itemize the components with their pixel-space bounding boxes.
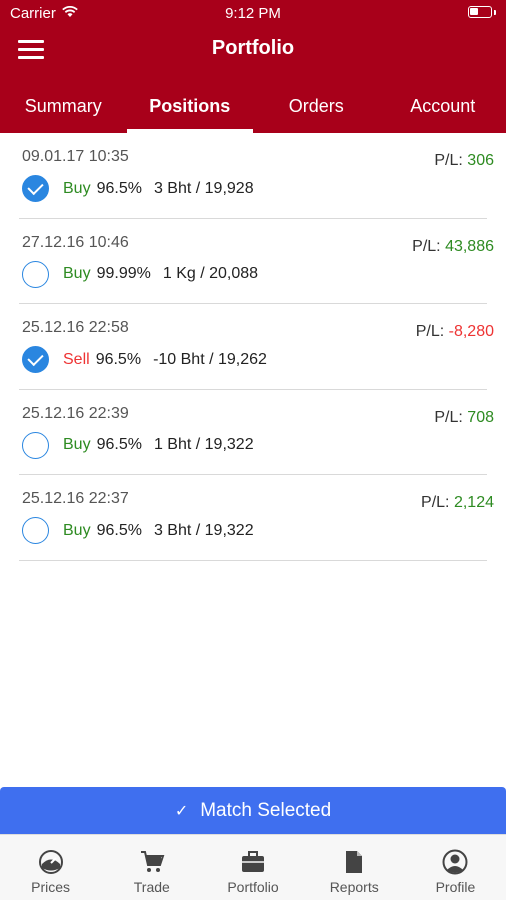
tab-summary[interactable]: Summary <box>0 84 127 133</box>
unchecked-circle-icon[interactable] <box>22 431 49 459</box>
pl-label: P/L: <box>421 494 450 511</box>
checked-circle-icon[interactable] <box>22 346 49 373</box>
tabbar-item-trade[interactable]: Trade <box>101 835 202 900</box>
position-purity: 96.5% <box>96 179 142 197</box>
top-tabs: Summary Positions Orders Account <box>0 84 506 133</box>
position-purity: 96.5% <box>96 436 142 453</box>
title-bar: Portfolio <box>0 28 506 72</box>
tab-orders[interactable]: Orders <box>253 84 380 133</box>
tabbar-label: Reports <box>329 879 379 895</box>
match-selected-label: Match Selected <box>200 799 332 821</box>
pl-value: 2,124 <box>453 494 494 511</box>
match-selected-button[interactable]: ✓ Match Selected <box>0 787 506 834</box>
status-time: 9:12 PM <box>225 5 281 22</box>
position-pl: P/L: 43,886 <box>412 238 494 256</box>
position-detail-line: Buy 96.5% 3 Bht / 19,928 <box>22 175 254 202</box>
tabbar-label: Profile <box>435 879 476 895</box>
position-detail-line: Sell 96.5% -10 Bht / 19,262 <box>22 346 267 373</box>
status-bar: Carrier 9:12 PM <box>0 0 506 28</box>
pl-label: P/L: <box>415 323 445 340</box>
briefcase-icon <box>202 845 303 879</box>
app-header: Carrier 9:12 PM Portfolio Summary Positi… <box>0 0 506 133</box>
tab-account[interactable]: Account <box>380 84 506 133</box>
positions-list: 09.01.17 10:35 P/L: 306 Buy 96.5% 3 Bht … <box>0 133 506 561</box>
position-pl: P/L: 306 <box>434 152 494 170</box>
position-date: 25.12.16 22:39 <box>22 404 129 422</box>
document-icon <box>304 845 405 879</box>
position-row[interactable]: 25.12.16 22:58 P/L: -8,280 Sell 96.5% -1… <box>19 304 494 390</box>
tabbar-label: Prices <box>31 879 71 895</box>
position-date: 25.12.16 22:58 <box>22 319 129 336</box>
position-detail-line: Buy 96.5% 1 Bht / 19,322 <box>22 431 254 459</box>
bottom-tab-bar: Prices Trade Portfolio Reports Profile <box>0 834 506 900</box>
person-icon <box>405 845 506 879</box>
checked-circle-icon[interactable] <box>22 175 49 202</box>
pl-value: -8,280 <box>448 323 494 340</box>
position-detail: 3 Bht / 19,322 <box>153 521 254 539</box>
position-detail: -10 Bht / 19,262 <box>153 350 267 368</box>
cart-icon <box>101 845 202 879</box>
pl-value: 306 <box>467 152 494 169</box>
position-side: Buy <box>63 179 91 197</box>
position-detail-line: Buy 96.5% 3 Bht / 19,322 <box>22 517 254 544</box>
position-pl: P/L: 708 <box>434 409 494 427</box>
position-detail: 3 Bht / 19,928 <box>153 179 254 197</box>
position-row[interactable]: 27.12.16 10:46 P/L: 43,886 Buy 99.99% 1 … <box>19 219 494 304</box>
unchecked-circle-icon[interactable] <box>22 260 49 288</box>
position-purity: 99.99% <box>96 265 151 282</box>
status-right <box>468 6 496 18</box>
pl-label: P/L: <box>434 408 463 426</box>
pl-value: 43,886 <box>445 237 494 255</box>
position-side: Sell <box>63 350 90 368</box>
checkmark-icon: ✓ <box>174 802 189 820</box>
prices-gauge-icon <box>0 845 101 879</box>
position-detail-line: Buy 99.99% 1 Kg / 20,088 <box>22 260 259 288</box>
position-row[interactable]: 25.12.16 22:39 P/L: 708 Buy 96.5% 1 Bht … <box>19 390 494 475</box>
position-pl: P/L: 2,124 <box>421 494 494 512</box>
position-detail: 1 Bht / 19,322 <box>153 436 254 453</box>
position-date: 25.12.16 22:37 <box>22 490 129 507</box>
unchecked-circle-icon[interactable] <box>22 517 49 544</box>
position-side: Buy <box>63 265 91 282</box>
tabbar-label: Portfolio <box>227 879 279 895</box>
position-pl: P/L: -8,280 <box>416 323 494 341</box>
tabbar-label: Trade <box>133 879 170 895</box>
position-purity: 96.5% <box>95 350 142 368</box>
position-purity: 96.5% <box>96 521 142 539</box>
tabbar-item-reports[interactable]: Reports <box>304 835 405 900</box>
page-title: Portfolio <box>211 37 295 59</box>
pl-value: 708 <box>467 408 494 426</box>
position-date: 27.12.16 10:46 <box>22 233 129 251</box>
pl-label: P/L: <box>412 237 441 255</box>
position-row[interactable]: 25.12.16 22:37 P/L: 2,124 Buy 96.5% 3 Bh… <box>19 475 494 561</box>
position-side: Buy <box>63 521 91 539</box>
position-side: Buy <box>63 436 91 453</box>
tabbar-item-prices[interactable]: Prices <box>0 835 101 900</box>
position-date: 09.01.17 10:35 <box>22 148 129 165</box>
tabbar-item-profile[interactable]: Profile <box>405 835 506 900</box>
tab-positions[interactable]: Positions <box>126 84 254 133</box>
position-row[interactable]: 09.01.17 10:35 P/L: 306 Buy 96.5% 3 Bht … <box>19 133 494 219</box>
tabbar-item-portfolio[interactable]: Portfolio <box>202 835 303 900</box>
position-detail: 1 Kg / 20,088 <box>162 265 259 282</box>
pl-label: P/L: <box>434 152 463 169</box>
battery-tip <box>494 9 496 15</box>
battery-icon <box>468 6 492 18</box>
